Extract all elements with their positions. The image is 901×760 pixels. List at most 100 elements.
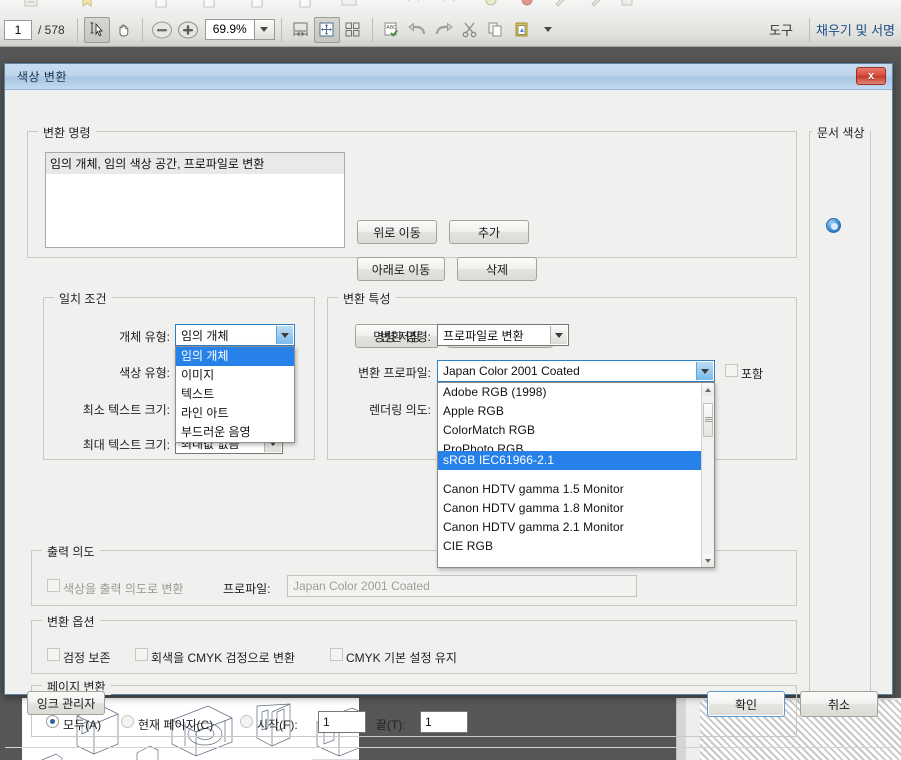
dropdown-option-selected[interactable]: sRGB IEC61966-2.1 <box>438 451 714 470</box>
preserve-black-label: 검정 보존 <box>63 651 111 665</box>
page-from-input[interactable]: 1 <box>318 711 366 733</box>
fit-page-icon[interactable] <box>313 16 340 43</box>
object-type-value: 임의 개체 <box>181 328 229 343</box>
cut-icon[interactable] <box>457 17 483 43</box>
color-type-label: 색상 유형: <box>119 366 170 380</box>
dropdown-option[interactable]: Canon HDTV gamma 1.8 Monitor <box>438 499 701 518</box>
zoom-level-input[interactable]: 69.9% <box>204 19 255 40</box>
fill-and-sign-menu[interactable]: 채우기 및 서명 <box>816 20 895 39</box>
page-to-input[interactable]: 1 <box>420 711 468 733</box>
move-up-button[interactable]: 위로 이동 <box>357 220 437 244</box>
fit-width-icon[interactable] <box>288 17 314 43</box>
add-button[interactable]: 추가 <box>449 220 529 244</box>
split-view-icon[interactable] <box>340 17 366 43</box>
undo-icon[interactable] <box>405 17 431 43</box>
scroll-up-icon[interactable] <box>702 383 714 396</box>
conversion-commands-legend: 변환 명령 <box>38 124 96 141</box>
hand-tool-icon[interactable] <box>110 17 136 43</box>
convert-command-label: 변환 명령: <box>380 330 431 344</box>
spellcheck-icon[interactable]: ABC <box>379 17 405 43</box>
swatch-highlight <box>831 223 838 230</box>
app-window: 1 / 578 69.9% ABC 도구 채우기 및 서명 색상 변환 x 변환… <box>0 0 901 760</box>
page-all-radio[interactable] <box>46 715 59 728</box>
convert-command-combo[interactable]: 프로파일로 변환 <box>437 324 569 346</box>
move-down-button[interactable]: 아래로 이동 <box>357 257 445 281</box>
zoom-in-icon[interactable] <box>175 17 201 43</box>
preserve-cmyk-primaries-label: CMYK 기본 설정 유지 <box>346 651 457 665</box>
page-current-radio[interactable] <box>121 715 134 728</box>
document-colors-legend: 문서 색상 <box>812 124 870 141</box>
output-profile-label: 프로파일: <box>223 582 271 596</box>
commands-listbox[interactable]: 임의 개체, 임의 색상 공간, 프로파일로 변환 <box>45 152 345 248</box>
profile-dropdown-popup[interactable]: Adobe RGB (1998) Apple RGB ColorMatch RG… <box>437 382 715 568</box>
embed-label: 포함 <box>741 367 764 381</box>
toolbar-divider-4 <box>371 17 373 42</box>
dropdown-option[interactable]: 텍스트 <box>176 385 294 404</box>
object-type-combo[interactable]: 임의 개체 <box>175 324 295 346</box>
convert-profile-combo[interactable]: Japan Color 2001 Coated <box>437 360 715 382</box>
scroll-down-icon[interactable] <box>702 554 714 567</box>
record-ghost-icon <box>518 0 536 9</box>
convert-profile-label: 변환 프로파일: <box>358 366 431 380</box>
dropdown-option[interactable]: 부드러운 음영 <box>176 423 294 442</box>
document-colors-group: 문서 색상 <box>809 124 871 694</box>
dropdown-option[interactable]: ColorMatch RGB <box>438 421 701 440</box>
redo-icon[interactable] <box>431 17 457 43</box>
dropdown-option[interactable]: 임의 개체 <box>176 347 294 366</box>
dropdown-scrollbar[interactable] <box>701 383 714 567</box>
output-intent-legend: 출력 의도 <box>42 543 100 560</box>
chevron-down-icon[interactable] <box>276 326 293 344</box>
page-to-label: 끝(T): <box>376 718 406 732</box>
close-icon[interactable]: x <box>856 67 886 85</box>
color-swatch-blue[interactable] <box>826 218 841 233</box>
dialog-title-bar: 색상 변환 x <box>5 64 892 90</box>
preserve-black-checkbox[interactable] <box>47 648 60 661</box>
ink-manager-button[interactable]: 잉크 관리자 <box>27 691 105 715</box>
toolbar-divider-5 <box>809 17 811 42</box>
stamp-ghost-icon <box>482 0 500 9</box>
page-all-label: 모두(A) <box>63 718 102 732</box>
toolbar-divider-2 <box>141 17 143 42</box>
toolbar-divider-1 <box>76 17 78 42</box>
scrollbar-thumb[interactable] <box>703 403 713 437</box>
toolbar-main-row: 1 / 578 69.9% ABC 도구 채우기 및 서명 <box>0 12 901 47</box>
convert-to-output-intent-checkbox[interactable] <box>47 579 60 592</box>
dropdown-option[interactable]: 이미지 <box>176 366 294 385</box>
dropdown-option[interactable]: Adobe RGB (1998) <box>438 383 701 402</box>
chevron-down-icon[interactable] <box>696 362 713 380</box>
tool-ghost-icon-3 <box>618 0 636 9</box>
page-current-label: 현재 페이지(C) <box>138 718 214 732</box>
embed-checkbox[interactable] <box>725 364 738 377</box>
tools-menu[interactable]: 도구 <box>769 20 793 39</box>
dialog-title: 색상 변환 <box>17 70 67 84</box>
convert-command-value: 프로파일로 변환 <box>443 328 524 343</box>
zoom-out-icon[interactable] <box>149 17 175 43</box>
dropdown-separator <box>438 470 701 480</box>
min-text-size-label: 최소 텍스트 크기: <box>82 403 170 417</box>
scrollbar-grip-icon <box>704 417 712 423</box>
gray-to-cmyk-black-checkbox[interactable] <box>135 648 148 661</box>
select-tool-icon[interactable] <box>83 16 110 43</box>
dropdown-option[interactable]: Canon HDTV gamma 1.5 Monitor <box>438 480 701 499</box>
list-item[interactable]: 임의 개체, 임의 색상 공간, 프로파일로 변환 <box>46 153 344 174</box>
delete-button[interactable]: 삭제 <box>457 257 537 281</box>
zoom-dropdown-icon[interactable] <box>254 19 275 40</box>
object-type-dropdown-popup[interactable]: 임의 개체 이미지 텍스트 라인 아트 부드러운 음영 <box>175 346 295 443</box>
dropdown-option[interactable]: 라인 아트 <box>176 404 294 423</box>
dropdown-option[interactable]: Canon HDTV gamma 2.1 Monitor <box>438 518 701 537</box>
cancel-button[interactable]: 취소 <box>800 691 878 717</box>
overflow-icon[interactable] <box>535 17 561 43</box>
preserve-cmyk-primaries-checkbox[interactable] <box>330 648 343 661</box>
paste-icon[interactable] <box>509 17 535 43</box>
output-profile-value: Japan Color 2001 Coated <box>293 579 430 593</box>
dropdown-option[interactable]: CIE RGB <box>438 537 701 556</box>
dropdown-option[interactable]: Apple RGB <box>438 402 701 421</box>
page-range-radio[interactable] <box>240 715 253 728</box>
acrobat-toolbar: 1 / 578 69.9% ABC 도구 채우기 및 서명 <box>0 0 901 47</box>
redo-ghost-icon <box>440 0 458 9</box>
toolbar-divider-3 <box>280 17 282 42</box>
page-number-input[interactable]: 1 <box>4 19 32 40</box>
chevron-down-icon[interactable] <box>550 326 567 344</box>
ok-button[interactable]: 확인 <box>707 691 785 717</box>
copy-icon[interactable] <box>483 17 509 43</box>
